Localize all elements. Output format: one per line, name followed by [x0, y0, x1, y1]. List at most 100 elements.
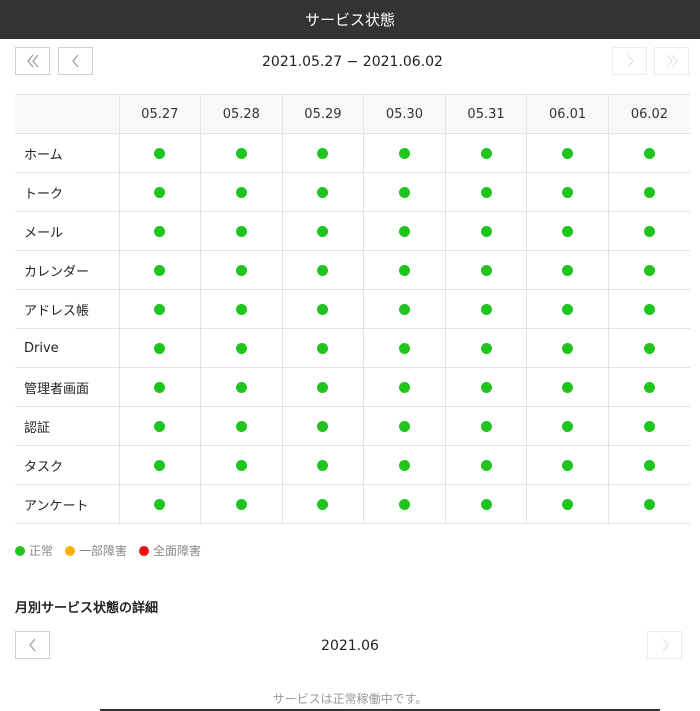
- status-cell: [281, 172, 365, 212]
- status-cell: [118, 250, 202, 290]
- status-dot-icon: [398, 459, 410, 471]
- prev-week-button[interactable]: [58, 47, 93, 75]
- status-dot-icon: [398, 264, 410, 276]
- legend-item-full: 全面障害: [139, 542, 201, 559]
- status-cell: [200, 406, 283, 446]
- status-dot-icon: [643, 303, 655, 315]
- prev-month-button[interactable]: [15, 631, 50, 659]
- status-cell: [200, 250, 283, 290]
- status-dot-icon: [154, 459, 166, 471]
- status-cell: [281, 328, 365, 368]
- status-cell: [607, 172, 690, 212]
- status-cell: [118, 406, 202, 446]
- table-row: メール: [15, 211, 690, 251]
- service-name: タスク: [15, 445, 120, 485]
- status-dot-icon: [317, 342, 329, 354]
- status-cell: [200, 172, 283, 212]
- status-dot-icon: [480, 225, 492, 237]
- status-table-body: ホーム トーク メール カレンダー アドレス帳 Drive 管理者画面 認証 タスク アンケート: [15, 133, 690, 524]
- table-row: 管理者画面: [15, 367, 690, 407]
- service-name: Drive: [15, 328, 120, 368]
- month-title: 2021.06: [321, 638, 379, 654]
- status-cell: [200, 328, 283, 368]
- status-cell: [200, 289, 283, 329]
- status-dot-icon: [643, 498, 655, 510]
- status-dot-icon: [480, 264, 492, 276]
- status-cell: [363, 250, 446, 290]
- table-row: Drive: [15, 328, 690, 368]
- status-cell: [607, 367, 690, 407]
- status-cell: [200, 211, 283, 251]
- status-cell: [526, 367, 609, 407]
- status-cell: [526, 250, 609, 290]
- table-row: 認証: [15, 406, 690, 446]
- chevron-left-icon: [71, 54, 78, 68]
- status-cell: [118, 328, 202, 368]
- date-header: 05.27: [118, 94, 202, 134]
- status-dot-icon: [480, 303, 492, 315]
- status-dot-icon: [398, 342, 410, 354]
- status-cell: [363, 133, 446, 173]
- first-week-button[interactable]: [15, 47, 50, 75]
- status-cell: [281, 289, 365, 329]
- status-dot-icon: [235, 303, 247, 315]
- status-dot-icon: [235, 342, 247, 354]
- status-cell: [444, 250, 528, 290]
- status-cell: [200, 484, 283, 524]
- status-dot-icon: [480, 186, 492, 198]
- table-row: アドレス帳: [15, 289, 690, 329]
- status-cell: [607, 406, 690, 446]
- status-cell: [607, 211, 690, 251]
- date-header: 05.31: [444, 94, 528, 134]
- status-dot-icon: [480, 147, 492, 159]
- status-cell: [118, 172, 202, 212]
- status-dot-icon: [235, 459, 247, 471]
- status-dot-icon: [317, 303, 329, 315]
- status-dot-icon: [643, 420, 655, 432]
- status-cell: [281, 484, 365, 524]
- table-row: タスク: [15, 445, 690, 485]
- service-name: メール: [15, 211, 120, 251]
- status-dot-icon: [235, 420, 247, 432]
- status-dot-icon: [562, 420, 574, 432]
- status-cell: [607, 289, 690, 329]
- status-dot-icon: [154, 147, 166, 159]
- status-dot-icon: [154, 420, 166, 432]
- monthly-section-title: 月別サービス状態の詳細: [15, 601, 159, 616]
- status-dot-icon: [235, 264, 247, 276]
- date-header: 05.28: [200, 94, 283, 134]
- status-cell: [118, 445, 202, 485]
- table-row: アンケート: [15, 484, 690, 524]
- next-week-button[interactable]: [612, 47, 647, 75]
- status-dot-icon: [643, 381, 655, 393]
- status-legend: 正常 一部障害 全面障害: [15, 542, 201, 559]
- double-chevron-left-icon: [26, 54, 38, 68]
- table-row: カレンダー: [15, 250, 690, 290]
- status-dot-icon: [480, 342, 492, 354]
- status-dot-icon: [317, 225, 329, 237]
- service-name: 管理者画面: [15, 367, 120, 407]
- status-cell: [363, 406, 446, 446]
- status-dot-icon: [317, 420, 329, 432]
- date-header: 06.02: [607, 94, 690, 134]
- status-dot-icon: [562, 498, 574, 510]
- status-dot-icon: [562, 225, 574, 237]
- service-column-header: [15, 94, 120, 134]
- status-cell: [118, 211, 202, 251]
- legend-label: 全面障害: [153, 544, 202, 558]
- next-month-button[interactable]: [647, 631, 682, 659]
- status-dot-icon: [317, 147, 329, 159]
- last-week-button[interactable]: [654, 47, 689, 75]
- status-dot-icon: [235, 186, 247, 198]
- status-dot-icon: [643, 264, 655, 276]
- status-cell: [118, 484, 202, 524]
- date-header-row: 05.27 05.28 05.29 05.30 05.31 06.01 06.02: [15, 94, 690, 134]
- chevron-left-icon: [28, 638, 35, 652]
- status-cell: [118, 289, 202, 329]
- service-name: カレンダー: [15, 250, 120, 290]
- page-header: サービス状態: [0, 0, 700, 39]
- status-cell: [607, 133, 690, 173]
- status-cell: [444, 328, 528, 368]
- status-cell: [281, 445, 365, 485]
- status-cell: [444, 172, 528, 212]
